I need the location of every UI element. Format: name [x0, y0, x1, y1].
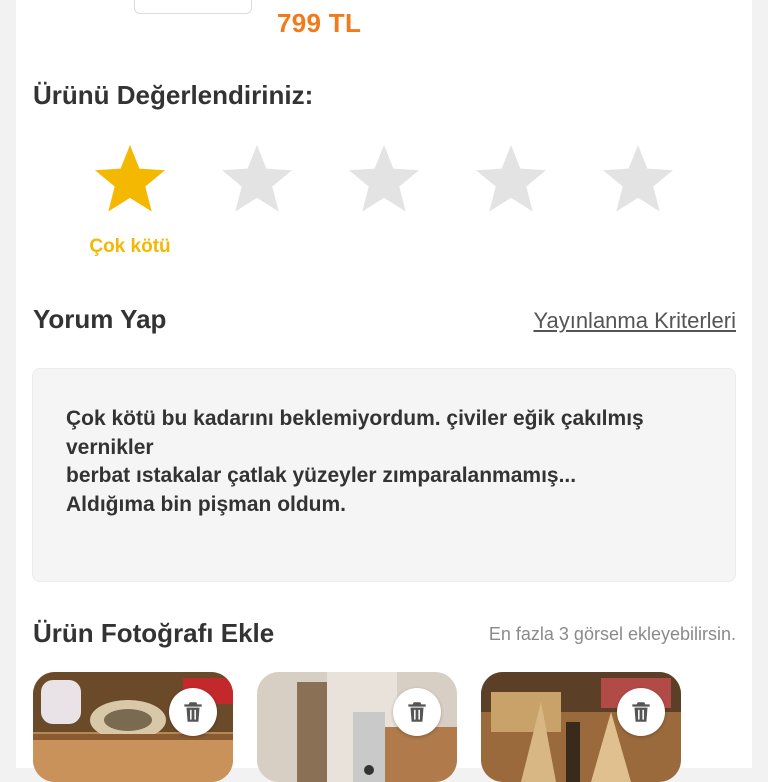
trash-icon [408, 702, 426, 722]
delete-photo-1-button[interactable] [169, 688, 217, 736]
star-rating [0, 140, 768, 220]
star-5-icon[interactable] [598, 140, 678, 220]
star-3-icon[interactable] [344, 140, 424, 220]
rating-label: Çok kötü [89, 236, 171, 257]
product-price: 799 TL [277, 8, 362, 38]
star-1-icon[interactable] [90, 140, 170, 220]
rating-title: Ürünü Değerlendiriniz: [33, 80, 314, 110]
uploaded-photo-1 [33, 672, 233, 782]
comment-textarea[interactable]: Çok kötü bu kadarını beklemiyordum. çivi… [32, 368, 736, 582]
star-2-shape [222, 145, 292, 212]
star-5-shape [603, 145, 673, 212]
star-2-icon[interactable] [217, 140, 297, 220]
trash-icon [184, 702, 202, 722]
publishing-criteria-link[interactable]: Yayınlanma Kriterleri [533, 308, 736, 334]
delete-photo-2-button[interactable] [393, 688, 441, 736]
product-thumbnail [134, 0, 252, 14]
add-photo-title: Ürün Fotoğrafı Ekle [33, 618, 275, 648]
uploaded-photo-2 [257, 672, 457, 782]
delete-photo-3-button[interactable] [617, 688, 665, 736]
uploaded-photo-3 [481, 672, 681, 782]
photo-limit-hint: En fazla 3 görsel ekleyebilirsin. [488, 624, 736, 644]
star-4-icon[interactable] [471, 140, 551, 220]
star-3-shape [349, 145, 419, 212]
comment-title: Yorum Yap [33, 304, 167, 334]
trash-icon [632, 702, 650, 722]
star-4-shape [476, 145, 546, 212]
star-1-shape [95, 145, 165, 212]
